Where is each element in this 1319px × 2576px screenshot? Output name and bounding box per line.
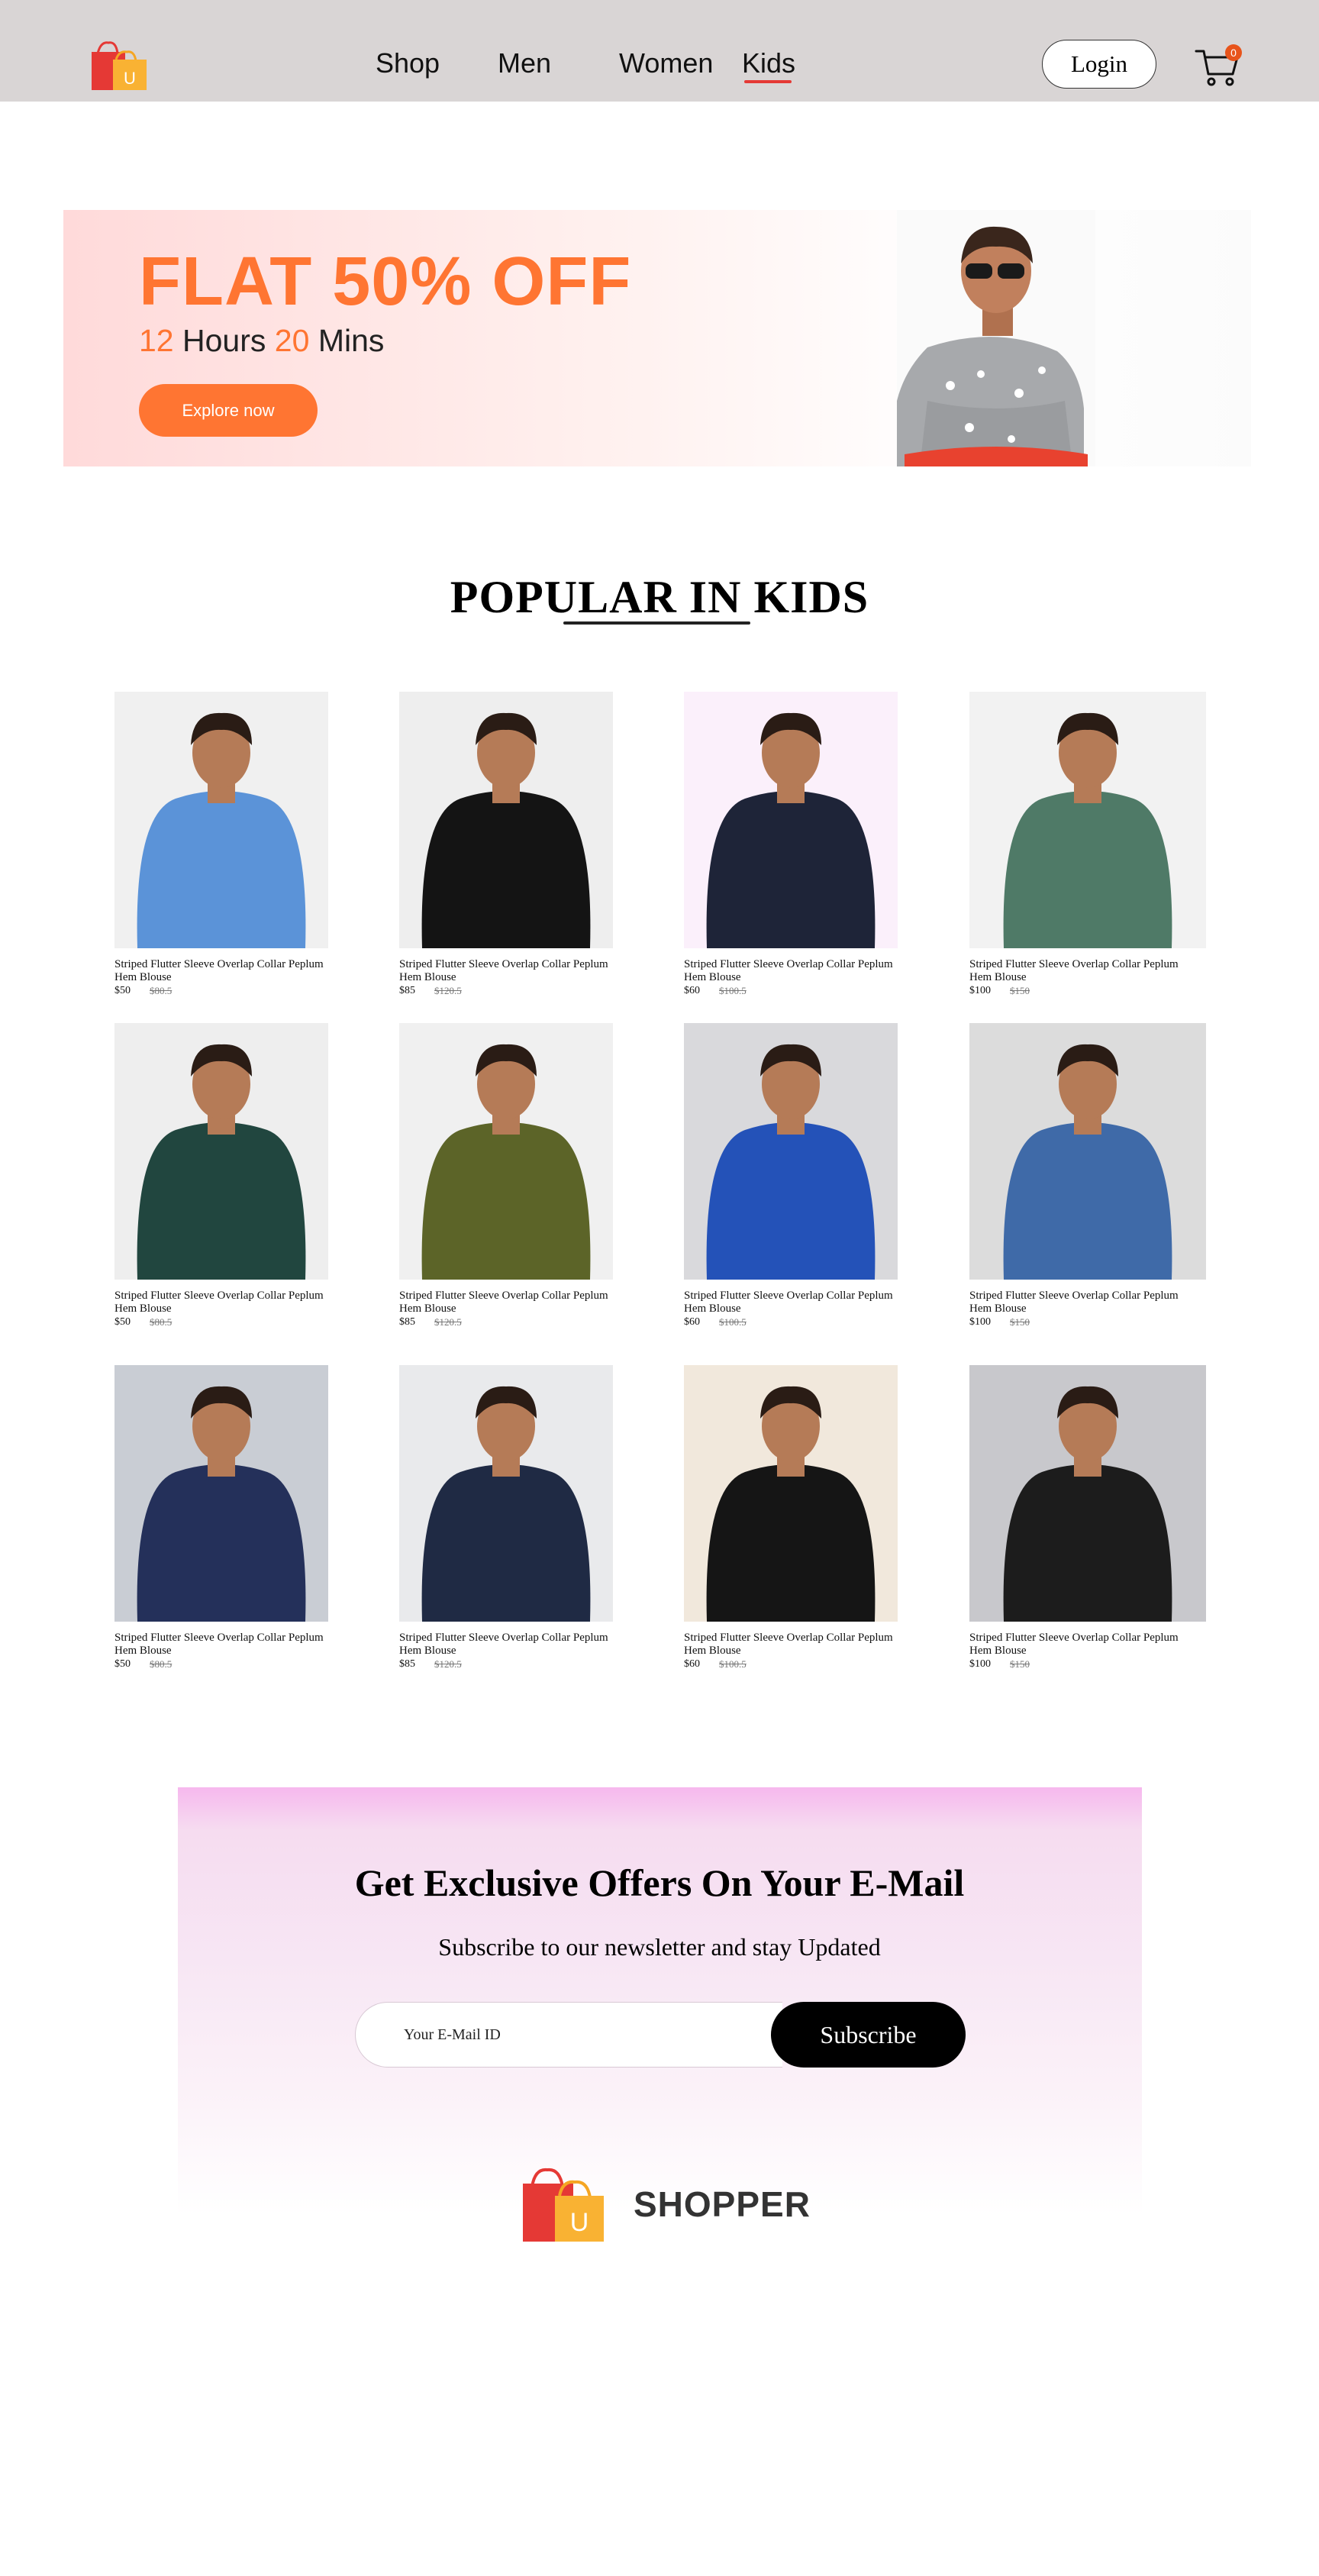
product-old-price: $80.5 xyxy=(150,1316,173,1328)
product-price: $50 xyxy=(114,985,131,996)
product-old-price: $150 xyxy=(1010,1316,1030,1328)
product-old-price: $150 xyxy=(1010,985,1030,996)
product-image[interactable] xyxy=(969,1365,1206,1622)
product-price-row: $85 $120.5 xyxy=(399,1316,613,1328)
product-image[interactable] xyxy=(114,1023,328,1280)
product-price: $85 xyxy=(399,1316,415,1328)
product-name[interactable]: Striped Flutter Sleeve Overlap Collar Pe… xyxy=(969,958,1191,984)
nav-link-kids[interactable]: Kids xyxy=(742,47,795,79)
product-old-price: $120.5 xyxy=(434,985,462,996)
svg-text:U: U xyxy=(570,2208,589,2237)
product-name[interactable]: Striped Flutter Sleeve Overlap Collar Pe… xyxy=(684,958,905,984)
product-old-price: $80.5 xyxy=(150,985,173,996)
popular-section-title: POPULAR IN KIDS xyxy=(450,572,869,622)
product-old-price: $150 xyxy=(1010,1658,1030,1670)
product-old-price: $100.5 xyxy=(719,1316,747,1328)
hero-countdown: 12 Hours 20 Mins xyxy=(139,323,384,359)
product-card[interactable]: Striped Flutter Sleeve Overlap Collar Pe… xyxy=(969,692,1206,997)
hero-hours-label: Hours xyxy=(182,323,266,358)
explore-now-button[interactable]: Explore now xyxy=(139,384,318,437)
hero-title: FLAT 50% OFF xyxy=(139,244,632,320)
product-price: $100 xyxy=(969,1316,991,1328)
nav-link-women[interactable]: Women xyxy=(619,47,713,79)
product-price-row: $50 $80.5 xyxy=(114,985,328,997)
product-name[interactable]: Striped Flutter Sleeve Overlap Collar Pe… xyxy=(969,1290,1191,1315)
product-old-price: $120.5 xyxy=(434,1658,462,1670)
product-card[interactable]: Striped Flutter Sleeve Overlap Collar Pe… xyxy=(114,1023,328,1328)
product-price: $85 xyxy=(399,985,415,996)
product-price: $60 xyxy=(684,1658,700,1670)
product-old-price: $120.5 xyxy=(434,1316,462,1328)
newsletter-subtitle: Subscribe to our newsletter and stay Upd… xyxy=(438,1933,881,1961)
product-image[interactable] xyxy=(114,1365,328,1622)
product-price-row: $60 $100.5 xyxy=(684,1658,898,1671)
product-card[interactable]: Striped Flutter Sleeve Overlap Collar Pe… xyxy=(399,1365,613,1671)
product-price: $100 xyxy=(969,1658,991,1670)
product-name[interactable]: Striped Flutter Sleeve Overlap Collar Pe… xyxy=(399,958,621,984)
hero-kid-image xyxy=(897,210,1095,466)
product-price-row: $100 $150 xyxy=(969,985,1206,997)
product-old-price: $100.5 xyxy=(719,1658,747,1670)
svg-text:U: U xyxy=(124,69,136,88)
product-card[interactable]: Striped Flutter Sleeve Overlap Collar Pe… xyxy=(969,1365,1206,1671)
product-image[interactable] xyxy=(114,692,328,948)
product-price-row: $50 $80.5 xyxy=(114,1316,328,1328)
product-name[interactable]: Striped Flutter Sleeve Overlap Collar Pe… xyxy=(114,1290,336,1315)
product-price: $50 xyxy=(114,1658,131,1670)
product-card[interactable]: Striped Flutter Sleeve Overlap Collar Pe… xyxy=(399,692,613,997)
product-card[interactable]: Striped Flutter Sleeve Overlap Collar Pe… xyxy=(684,1365,898,1671)
product-card[interactable]: Striped Flutter Sleeve Overlap Collar Pe… xyxy=(969,1023,1206,1328)
nav-link-shop[interactable]: Shop xyxy=(376,47,440,79)
product-name[interactable]: Striped Flutter Sleeve Overlap Collar Pe… xyxy=(114,958,336,984)
product-name[interactable]: Striped Flutter Sleeve Overlap Collar Pe… xyxy=(969,1632,1191,1658)
product-image[interactable] xyxy=(969,1023,1206,1280)
product-image[interactable] xyxy=(684,692,898,948)
product-price-row: $60 $100.5 xyxy=(684,985,898,997)
product-price: $60 xyxy=(684,1316,700,1328)
product-card[interactable]: Striped Flutter Sleeve Overlap Collar Pe… xyxy=(114,692,328,997)
product-card[interactable]: Striped Flutter Sleeve Overlap Collar Pe… xyxy=(114,1365,328,1671)
product-card[interactable]: Striped Flutter Sleeve Overlap Collar Pe… xyxy=(684,1023,898,1328)
product-price: $85 xyxy=(399,1658,415,1670)
product-name[interactable]: Striped Flutter Sleeve Overlap Collar Pe… xyxy=(399,1290,621,1315)
product-name[interactable]: Striped Flutter Sleeve Overlap Collar Pe… xyxy=(114,1632,336,1658)
product-image[interactable] xyxy=(684,1365,898,1622)
shopper-logo-icon[interactable]: U xyxy=(90,40,148,92)
shopper-footer-logo-icon: U xyxy=(523,2168,604,2242)
product-image[interactable] xyxy=(684,1023,898,1280)
cart-count-badge: 0 xyxy=(1225,44,1242,61)
product-old-price: $80.5 xyxy=(150,1658,173,1670)
product-price: $50 xyxy=(114,1316,131,1328)
product-image[interactable] xyxy=(399,1023,613,1280)
newsletter-title: Get Exclusive Offers On Your E-Mail xyxy=(354,1861,965,1904)
nav-active-indicator xyxy=(744,80,792,83)
product-price-row: $100 $150 xyxy=(969,1316,1206,1328)
login-button[interactable]: Login xyxy=(1042,40,1156,89)
email-input[interactable] xyxy=(355,2002,782,2068)
product-price-row: $85 $120.5 xyxy=(399,1658,613,1671)
subscribe-button[interactable]: Subscribe xyxy=(771,2002,966,2068)
nav-link-men[interactable]: Men xyxy=(498,47,551,79)
hero-mins-label: Mins xyxy=(318,323,385,358)
product-price-row: $50 $80.5 xyxy=(114,1658,328,1671)
product-price-row: $100 $150 xyxy=(969,1658,1206,1671)
product-image[interactable] xyxy=(969,692,1206,948)
product-price: $60 xyxy=(684,985,700,996)
product-image[interactable] xyxy=(399,1365,613,1622)
newsletter-panel xyxy=(178,1787,1142,2215)
product-card[interactable]: Striped Flutter Sleeve Overlap Collar Pe… xyxy=(684,692,898,997)
product-price: $100 xyxy=(969,985,991,996)
footer-brand-name: SHOPPER xyxy=(634,2184,811,2224)
hero-mins-value: 20 xyxy=(274,323,310,358)
product-price-row: $60 $100.5 xyxy=(684,1316,898,1328)
product-price-row: $85 $120.5 xyxy=(399,985,613,997)
product-name[interactable]: Striped Flutter Sleeve Overlap Collar Pe… xyxy=(684,1290,905,1315)
product-name[interactable]: Striped Flutter Sleeve Overlap Collar Pe… xyxy=(684,1632,905,1658)
product-old-price: $100.5 xyxy=(719,985,747,996)
popular-section-underline xyxy=(563,621,750,625)
hero-hours-value: 12 xyxy=(139,323,174,358)
product-name[interactable]: Striped Flutter Sleeve Overlap Collar Pe… xyxy=(399,1632,621,1658)
product-image[interactable] xyxy=(399,692,613,948)
product-card[interactable]: Striped Flutter Sleeve Overlap Collar Pe… xyxy=(399,1023,613,1328)
